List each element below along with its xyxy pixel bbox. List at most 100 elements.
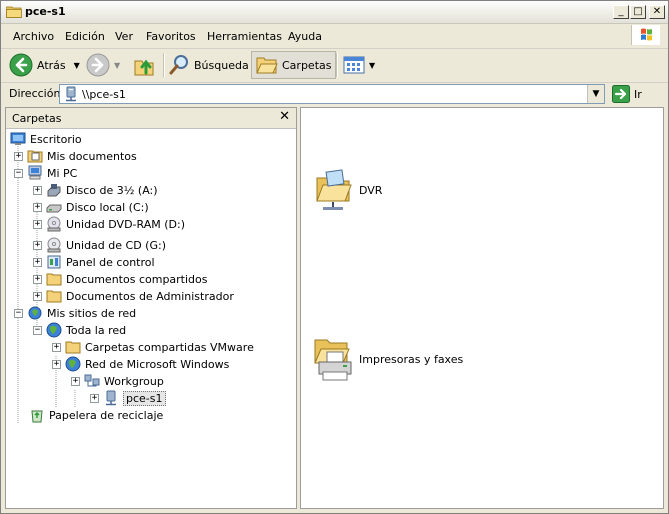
expand-icon[interactable]: + (52, 359, 61, 369)
menu-favoritos[interactable]: Favoritos (146, 30, 196, 43)
up-button[interactable] (133, 51, 155, 79)
chevron-down-icon[interactable]: ▼ (369, 61, 375, 70)
menu-archivo[interactable]: Archivo (13, 30, 54, 43)
collapse-icon[interactable]: − (14, 308, 23, 318)
expand-icon[interactable]: + (52, 342, 61, 352)
expand-icon[interactable]: + (71, 376, 80, 386)
tree-node-panel-de-control[interactable]: + Panel de control (33, 254, 155, 270)
back-arrow-icon (9, 53, 33, 77)
tree-node-toda-la-red[interactable]: − Toda la red (33, 322, 126, 338)
tree-node-papelera[interactable]: Papelera de reciclaje (29, 407, 163, 423)
explorer-window: pce-s1 _ □ ✕ Archivo Edición Ver Favorit… (0, 0, 669, 514)
tree-label: Unidad de CD (G:) (66, 238, 166, 252)
item-dvr[interactable]: DVR (313, 168, 382, 212)
tree-node-escritorio[interactable]: Escritorio (10, 131, 82, 147)
collapse-icon[interactable]: − (33, 325, 42, 335)
back-button[interactable]: Atrás ▼ (9, 51, 80, 79)
printers-folder-icon (314, 339, 352, 381)
collapse-icon[interactable]: − (14, 168, 23, 178)
item-impresoras-y-faxes[interactable]: Impresoras y faxes (313, 336, 463, 382)
cd-drive-icon (47, 237, 61, 253)
floppy-drive-icon (47, 184, 61, 197)
workgroup-icon (84, 374, 100, 387)
chevron-down-icon[interactable]: ▼ (114, 61, 120, 70)
tree-node-unidad-cd[interactable]: + Unidad de CD (G:) (33, 237, 166, 253)
menu-ayuda[interactable]: Ayuda (288, 30, 322, 43)
expand-icon[interactable]: + (33, 219, 42, 229)
tree-node-red-microsoft-windows[interactable]: + Red de Microsoft Windows (52, 356, 229, 372)
menu-ver[interactable]: Ver (115, 30, 133, 43)
expand-icon[interactable]: + (33, 291, 42, 301)
maximize-button[interactable]: □ (630, 5, 646, 19)
tree-node-workgroup[interactable]: + Workgroup (71, 373, 164, 389)
folder-icon (46, 290, 62, 303)
entire-network-icon (46, 322, 62, 338)
toolbar-separator (163, 53, 165, 77)
item-label: Impresoras y faxes (359, 352, 464, 366)
address-input[interactable]: \\pce-s1 ▼ (59, 84, 605, 104)
tree-node-documentos-compartidos[interactable]: + Documentos compartidos (33, 271, 208, 287)
search-button[interactable]: Búsqueda (168, 51, 249, 79)
recycle-bin-icon (31, 410, 43, 423)
minimize-button[interactable]: _ (613, 5, 629, 19)
tree-node-mis-documentos[interactable]: + Mis documentos (14, 148, 137, 164)
folders-pane-title: Carpetas (12, 112, 62, 125)
content-view: DVR Impresoras y faxes (300, 107, 664, 509)
folders-icon (256, 57, 278, 74)
hard-disk-icon (46, 204, 62, 213)
my-computer-icon (28, 165, 42, 180)
title-bar[interactable]: pce-s1 _ □ ✕ (1, 1, 668, 24)
expand-icon[interactable]: + (33, 202, 42, 212)
search-label: Búsqueda (194, 58, 249, 72)
network-computer-icon (106, 390, 116, 406)
tree-label: Toda la red (66, 323, 127, 337)
tree-node-mi-pc[interactable]: − Mi PC (14, 165, 77, 181)
views-button[interactable]: ▼ (343, 51, 375, 79)
close-button[interactable]: ✕ (649, 5, 665, 19)
chevron-down-icon[interactable]: ▼ (74, 61, 80, 70)
views-icon (343, 56, 365, 74)
tree-label: Panel de control (66, 255, 155, 269)
menu-herramientas[interactable]: Herramientas (207, 30, 282, 43)
tree-node-mis-sitios-de-red[interactable]: − Mis sitios de red (14, 305, 136, 321)
control-panel-icon (47, 255, 61, 269)
expand-icon[interactable]: + (14, 151, 23, 161)
forward-button[interactable]: ▼ (86, 51, 120, 79)
folders-label: Carpetas (282, 58, 332, 72)
expand-icon[interactable]: + (33, 240, 42, 250)
tree-label: Documentos de Administrador (66, 289, 234, 303)
tree-node-pce-s1[interactable]: + pce-s1 (90, 390, 166, 406)
expand-icon[interactable]: + (33, 257, 42, 267)
address-dropdown-button[interactable]: ▼ (587, 85, 604, 103)
expand-icon[interactable]: + (33, 274, 42, 284)
windows-network-icon (65, 356, 81, 372)
close-pane-icon[interactable]: ✕ (279, 109, 290, 124)
tree-label: Papelera de reciclaje (49, 408, 164, 422)
tree-label: Mis sitios de red (47, 306, 137, 320)
tree-node-carpetas-vmware[interactable]: + Carpetas compartidas VMware (52, 339, 254, 355)
menu-edicion[interactable]: Edición (65, 30, 105, 43)
tree-node-disco-a[interactable]: + Disco de 3½ (A:) (33, 182, 158, 198)
folders-pane: Carpetas ✕ Escritorio + Mis documentos − (5, 107, 297, 509)
folder-icon (65, 341, 81, 354)
folder-icon (46, 273, 62, 286)
go-arrow-icon (612, 85, 630, 103)
address-label: Dirección (9, 87, 61, 100)
go-button[interactable]: Ir (612, 85, 642, 103)
tree-label: Escritorio (30, 132, 82, 146)
address-value: \\pce-s1 (82, 88, 126, 101)
tree-label: Mis documentos (47, 149, 137, 163)
tree-label: Documentos compartidos (66, 272, 208, 286)
tree-node-unidad-dvd-ram[interactable]: + Unidad DVD-RAM (D:) (33, 216, 185, 232)
tree-node-documentos-de-administrador[interactable]: + Documentos de Administrador (33, 288, 234, 304)
folders-pane-header: Carpetas ✕ (6, 108, 296, 129)
expand-icon[interactable]: + (90, 393, 99, 403)
tree-label: Red de Microsoft Windows (85, 357, 230, 371)
item-label: DVR (359, 183, 383, 197)
tree-label: Carpetas compartidas VMware (85, 340, 254, 354)
toolbar-separator (336, 53, 338, 77)
folders-button[interactable]: Carpetas (251, 51, 337, 79)
expand-icon[interactable]: + (33, 185, 42, 195)
go-label: Ir (634, 87, 642, 101)
tree-node-disco-c[interactable]: + Disco local (C:) (33, 199, 149, 215)
